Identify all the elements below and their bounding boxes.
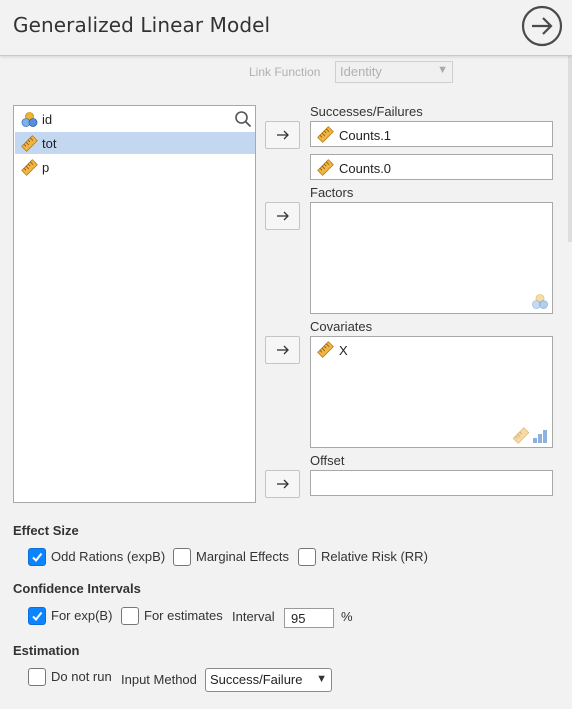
interval-input[interactable]: 95 <box>284 608 334 628</box>
ci-estimates-label: For estimates <box>144 608 223 623</box>
scrollbar[interactable] <box>568 56 572 242</box>
back-button[interactable] <box>521 5 563 47</box>
list-item-p[interactable]: p <box>15 156 255 178</box>
odd-ratios-label: Odd Rations (expB) <box>51 549 166 564</box>
offset-target-box[interactable] <box>310 470 553 496</box>
move-to-successes-button[interactable] <box>265 121 300 149</box>
ci-exp-b-checkbox[interactable] <box>28 607 46 625</box>
search-icon[interactable] <box>234 110 252 128</box>
relative-risk-label: Relative Risk (RR) <box>321 549 428 564</box>
target-item-name: X <box>339 343 348 358</box>
covariates-label: Covariates <box>310 319 373 334</box>
variable-name: id <box>42 112 53 127</box>
do-not-run-checkbox[interactable] <box>28 668 46 686</box>
ruler-icon <box>21 159 38 176</box>
do-not-run-label: Do not run <box>51 669 112 684</box>
successes-failures-label: Successes/Failures <box>310 104 423 119</box>
input-method-select[interactable]: Success/Failure ▼ <box>205 668 332 692</box>
arrow-right-icon <box>277 130 289 140</box>
confidence-intervals-heading: Confidence Intervals <box>13 581 141 596</box>
title-bar: Generalized Linear Model <box>0 0 572 56</box>
ruler-icon <box>317 341 334 358</box>
ruler-icon <box>512 427 530 444</box>
failures-target-box[interactable]: Counts.0 <box>310 154 553 180</box>
move-to-offset-button[interactable] <box>265 470 300 498</box>
ruler-icon <box>317 159 334 176</box>
effect-size-heading: Effect Size <box>13 523 79 538</box>
link-function-label: Link Function <box>249 65 321 79</box>
ci-estimates-checkbox[interactable] <box>121 607 139 625</box>
successes-target-box[interactable]: Counts.1 <box>310 121 553 147</box>
variable-name: p <box>42 160 50 175</box>
interval-unit: % <box>341 609 353 624</box>
target-item-name: Counts.1 <box>339 128 392 143</box>
variable-list[interactable]: id tot p <box>13 105 256 503</box>
checkmark-icon <box>32 552 43 563</box>
variable-name: tot <box>42 136 57 151</box>
nominal-variable-icon <box>532 294 548 309</box>
list-item-tot[interactable]: tot <box>15 132 255 154</box>
marginal-effects-checkbox[interactable] <box>173 548 191 566</box>
chevron-down-icon: ▼ <box>316 673 327 685</box>
ordinal-bars-icon <box>533 430 547 443</box>
link-function-select[interactable]: Identity ▼ <box>335 61 453 83</box>
link-function-value: Identity <box>340 64 382 79</box>
arrow-right-icon <box>277 345 289 355</box>
move-to-covariates-button[interactable] <box>265 336 300 364</box>
ruler-icon <box>317 126 334 143</box>
interval-label: Interval <box>232 609 275 624</box>
target-item-name: Counts.0 <box>339 161 392 176</box>
move-to-factors-button[interactable] <box>265 202 300 230</box>
chevron-down-icon: ▼ <box>437 64 448 76</box>
marginal-effects-label: Marginal Effects <box>196 549 289 564</box>
covariates-target-box[interactable]: X <box>310 336 553 448</box>
list-item-id[interactable]: id <box>15 108 255 130</box>
checkmark-icon <box>32 611 43 622</box>
odd-ratios-checkbox[interactable] <box>28 548 46 566</box>
arrow-right-circle-icon <box>521 5 563 47</box>
relative-risk-checkbox[interactable] <box>298 548 316 566</box>
arrow-right-icon <box>277 479 289 489</box>
arrow-right-icon <box>277 211 289 221</box>
estimation-heading: Estimation <box>13 643 80 658</box>
page-title: Generalized Linear Model <box>13 13 271 37</box>
ruler-icon <box>21 135 38 152</box>
ci-exp-b-label: For exp(B) <box>51 608 113 623</box>
input-method-value: Success/Failure <box>210 672 303 687</box>
offset-label: Offset <box>310 453 345 468</box>
factors-label: Factors <box>310 185 354 200</box>
input-method-label: Input Method <box>121 672 197 687</box>
nominal-variable-icon <box>21 112 38 127</box>
factors-target-box[interactable] <box>310 202 553 314</box>
